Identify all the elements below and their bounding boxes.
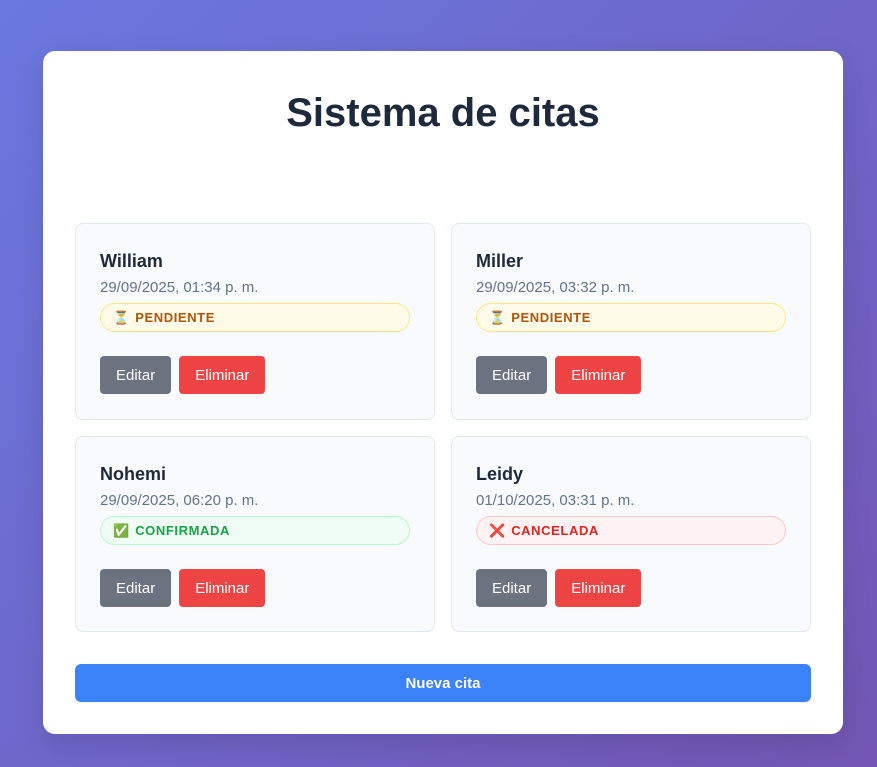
patient-name: Nohemi bbox=[100, 464, 167, 484]
edit-button[interactable]: Editar bbox=[100, 356, 172, 394]
appointment-card: William 29/09/2025, 01:34 p. m. ⏳ PENDIE… bbox=[75, 223, 435, 420]
page-title: Sistema de citas bbox=[286, 91, 600, 135]
appointments-grid: William 29/09/2025, 01:34 p. m. ⏳ PENDIE… bbox=[75, 223, 811, 632]
appointment-datetime: 29/09/2025, 03:32 p. m. bbox=[476, 279, 635, 296]
status-label: PENDIENTE bbox=[511, 310, 591, 325]
delete-button[interactable]: Eliminar bbox=[555, 569, 642, 607]
patient-name: William bbox=[100, 251, 163, 271]
card-actions: Editar Eliminar bbox=[100, 356, 410, 394]
status-badge: ✅ CONFIRMADA bbox=[100, 516, 410, 545]
status-label: PENDIENTE bbox=[135, 310, 215, 325]
edit-button[interactable]: Editar bbox=[476, 356, 548, 394]
check-icon: ✅ bbox=[113, 522, 130, 538]
status-badge: ⏳ PENDIENTE bbox=[100, 303, 410, 332]
appointment-card: Nohemi 29/09/2025, 06:20 p. m. ✅ CONFIRM… bbox=[75, 436, 435, 632]
delete-button[interactable]: Eliminar bbox=[179, 356, 266, 394]
delete-button[interactable]: Eliminar bbox=[555, 356, 642, 394]
appointment-datetime: 29/09/2025, 06:20 p. m. bbox=[100, 492, 259, 509]
edit-button[interactable]: Editar bbox=[476, 569, 548, 607]
edit-button[interactable]: Editar bbox=[100, 569, 172, 607]
hourglass-icon: ⏳ bbox=[113, 309, 130, 325]
status-badge: ❌ CANCELADA bbox=[476, 516, 786, 545]
delete-button[interactable]: Eliminar bbox=[179, 569, 266, 607]
card-actions: Editar Eliminar bbox=[476, 569, 786, 607]
appointment-card: Leidy 01/10/2025, 03:31 p. m. ❌ CANCELAD… bbox=[451, 436, 811, 632]
new-appointment-button[interactable]: Nueva cita bbox=[75, 664, 811, 702]
status-badge: ⏳ PENDIENTE bbox=[476, 303, 786, 332]
cross-icon: ❌ bbox=[489, 522, 506, 538]
appointment-card: Miller 29/09/2025, 03:32 p. m. ⏳ PENDIEN… bbox=[451, 223, 811, 420]
status-label: CONFIRMADA bbox=[135, 523, 231, 538]
card-actions: Editar Eliminar bbox=[476, 356, 786, 394]
appointments-panel: Sistema de citas William 29/09/2025, 01:… bbox=[43, 51, 843, 734]
hourglass-icon: ⏳ bbox=[489, 309, 506, 325]
patient-name: Leidy bbox=[476, 464, 524, 484]
patient-name: Miller bbox=[476, 251, 524, 271]
appointment-datetime: 29/09/2025, 01:34 p. m. bbox=[100, 279, 259, 296]
card-actions: Editar Eliminar bbox=[100, 569, 410, 607]
appointment-datetime: 01/10/2025, 03:31 p. m. bbox=[476, 492, 635, 509]
status-label: CANCELADA bbox=[511, 523, 599, 538]
